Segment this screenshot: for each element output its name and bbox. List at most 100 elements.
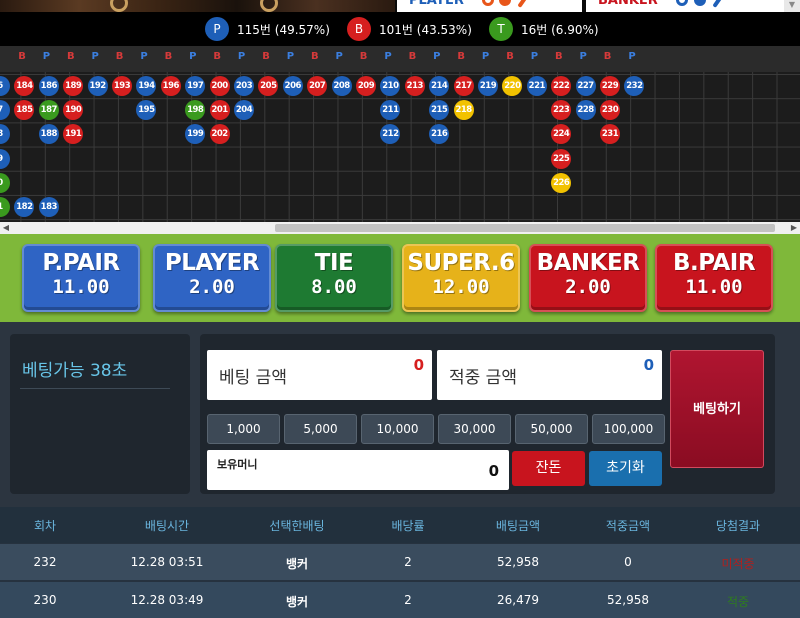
table-cell-odds: 2: [404, 555, 412, 569]
change-button[interactable]: 잔돈: [512, 451, 585, 486]
road-header-label: P: [530, 51, 539, 62]
place-bet-button[interactable]: 베팅하기: [670, 350, 764, 468]
bet-option-tie[interactable]: TIE 8.00: [275, 244, 393, 312]
player-badge: P: [205, 17, 229, 41]
chip-button[interactable]: 1,000: [207, 414, 280, 444]
betting-control-panel: 베팅가능 38초 베팅 금액 0 적중 금액 0 1,000 5,000 10,00…: [0, 322, 800, 507]
column-header: 배팅시간: [144, 519, 190, 533]
chevron-left-icon[interactable]: ◀: [0, 222, 12, 234]
player-road-label: PLAYER: [409, 0, 464, 8]
road-header-label: P: [91, 51, 99, 62]
video-ring-icon: [260, 0, 278, 12]
bead: 222: [551, 76, 572, 96]
chip-button[interactable]: 30,000: [438, 414, 511, 444]
bet-option-b-pair[interactable]: B.PAIR 11.00: [655, 244, 773, 312]
chip-button[interactable]: 10,000: [361, 414, 434, 444]
bead: 227: [575, 76, 596, 96]
scrollbar-thumb[interactable]: [275, 224, 775, 232]
bead: 183: [38, 197, 59, 217]
table-cell-bet: 52,958: [497, 555, 539, 569]
road-header-label: P: [335, 51, 343, 62]
win-amount-value: 0: [643, 356, 654, 374]
table-cell-odds: 2: [404, 593, 412, 607]
table-cell-result: 미적중: [721, 557, 755, 571]
bead: 193: [112, 76, 132, 96]
bead: 186: [38, 76, 59, 96]
horizontal-scrollbar[interactable]: ◀ ▶: [0, 222, 800, 234]
road-header-label: B: [115, 51, 124, 62]
player-road-panel: PLAYER: [397, 0, 582, 12]
slash-icon: [712, 0, 724, 8]
bead: 224: [551, 124, 572, 145]
table-cell-time: 12.28 03:51: [130, 555, 204, 569]
bet-option-name: B.PAIR: [672, 250, 756, 276]
bead: 217: [453, 76, 474, 96]
road-header-label: P: [286, 51, 295, 62]
bead: 220: [502, 76, 523, 96]
banker-stat: B 101번 (43.53%): [347, 17, 472, 41]
road-header-label: B: [408, 51, 417, 62]
bet-option-odds: 2.00: [565, 276, 611, 298]
ring-icon: [482, 0, 494, 6]
bead: 188: [38, 124, 59, 145]
bead: 230: [600, 100, 620, 121]
banker-road-panel: BANKER: [586, 0, 786, 12]
bet-option-odds: 11.00: [685, 276, 743, 298]
tie-badge: T: [489, 17, 513, 41]
table-cell-win: 52,958: [607, 593, 649, 607]
table-row: 230 12.28 03:49 뱅커 2 26,479 52,958 적중: [0, 582, 800, 618]
column-header: 선택한배팅: [269, 519, 325, 533]
bead: 1: [0, 197, 10, 217]
bead: 191: [63, 124, 84, 145]
bead: 223: [551, 100, 572, 121]
bet-option-super-6[interactable]: SUPER.6 12.00: [402, 244, 520, 312]
table-cell-bet: 26,479: [497, 593, 539, 607]
table-row: 232 12.28 03:51 뱅커 2 52,958 0 미적중: [0, 544, 800, 580]
bead: 196: [160, 76, 181, 96]
bead: 8: [0, 124, 10, 145]
bet-option-banker[interactable]: BANKER 2.00: [529, 244, 647, 312]
bead: 208: [331, 76, 352, 96]
balance-label: 보유머니: [217, 458, 258, 471]
player-stat: P 115번 (49.57%): [205, 17, 330, 41]
bead: 197: [185, 76, 206, 96]
bet-option-player[interactable]: PLAYER 2.00: [153, 244, 271, 312]
ring-icon: [676, 0, 688, 6]
tie-count: 16번 (6.90%): [521, 22, 599, 37]
road-header-label: P: [140, 51, 148, 62]
chevron-right-icon[interactable]: ▶: [788, 222, 800, 234]
road-header-label: B: [164, 51, 173, 62]
table-cell-pick: 뱅커: [285, 595, 309, 609]
road-header-label: P: [481, 51, 490, 62]
bead: 194: [136, 76, 157, 96]
road-header-label: B: [66, 51, 75, 62]
dot-icon: [499, 0, 511, 6]
road-header-label: B: [262, 51, 270, 62]
reset-button[interactable]: 초기화: [589, 451, 662, 486]
bead: 228: [575, 100, 596, 121]
road-header-label: B: [18, 51, 26, 62]
bet-option-p-pair[interactable]: P.PAIR 11.00: [22, 244, 140, 312]
bet-amount-field[interactable]: 베팅 금액 0: [207, 350, 432, 400]
road-header-label: B: [554, 51, 563, 62]
road-header-label: P: [237, 51, 246, 62]
road-header: BPBPBPBPBPBPBPBPBPBPBPBPBP: [0, 46, 800, 72]
timer-box: 베팅가능 38초: [10, 334, 190, 494]
bead: 219: [478, 76, 498, 96]
bead: 7: [0, 100, 10, 121]
table-cell-win: 0: [624, 555, 632, 569]
bead: 206: [282, 76, 303, 96]
bead: 213: [404, 76, 425, 96]
chip-button[interactable]: 5,000: [284, 414, 357, 444]
win-amount-label: 적중 금액: [449, 368, 517, 388]
chip-button[interactable]: 100,000: [592, 414, 665, 444]
banker-road-label: BANKER: [598, 0, 658, 8]
tie-stat: T 16번 (6.90%): [489, 17, 599, 41]
win-amount-field: 적중 금액 0: [437, 350, 662, 400]
baccarat-app: PLAYER BANKER ▼ P 115번 (49.57%) B 101번 (…: [0, 0, 800, 618]
chevron-down-icon[interactable]: ▼: [784, 0, 800, 12]
bead: 211: [380, 100, 401, 121]
bead: 195: [136, 100, 157, 121]
bet-option-odds: 12.00: [432, 276, 490, 298]
chip-button[interactable]: 50,000: [515, 414, 588, 444]
